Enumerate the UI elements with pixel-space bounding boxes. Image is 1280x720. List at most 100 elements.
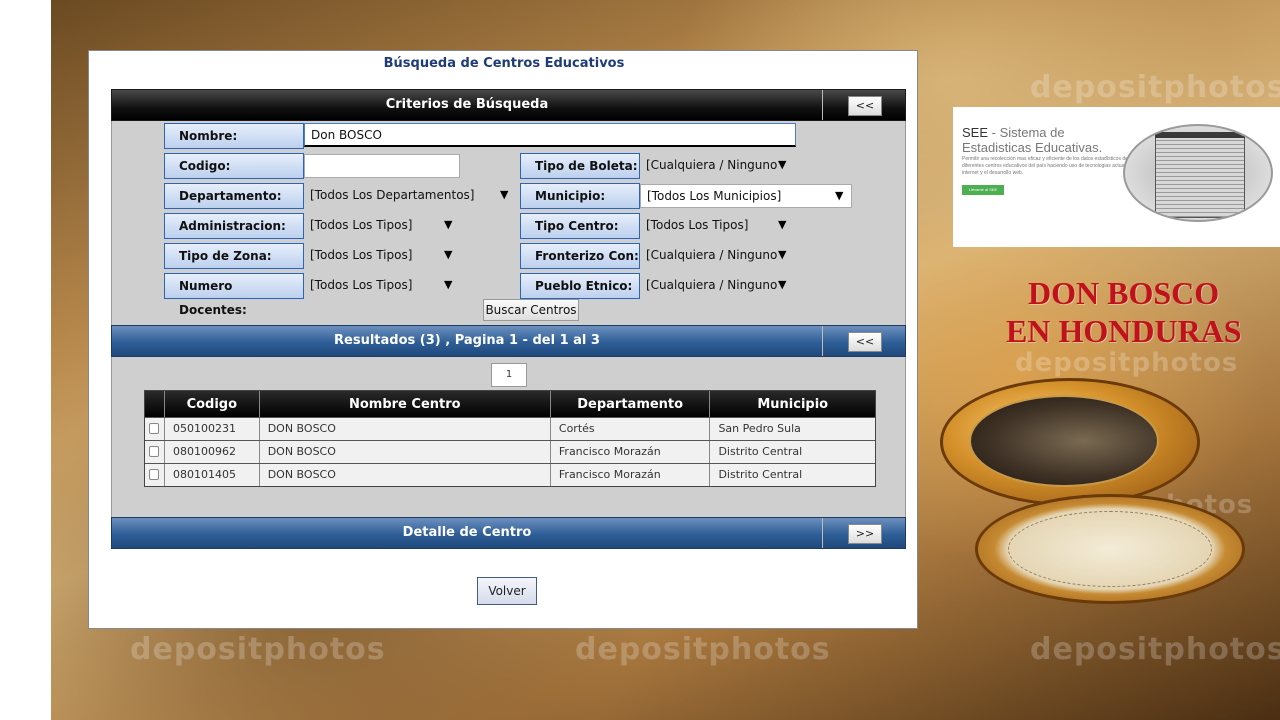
column-header-codigo: Codigo <box>165 391 260 417</box>
slide-headline: DON BOSCO EN HONDURAS <box>1000 274 1280 350</box>
results-area: 1 Codigo Nombre Centro Departamento Muni… <box>111 357 906 517</box>
cell-municipio: Distrito Central <box>718 445 803 458</box>
tipo-centro-label: Tipo Centro: <box>520 213 640 239</box>
see-abbr: SEE <box>962 125 989 140</box>
tipo-zona-value: [Todos Los Tipos] <box>310 248 413 262</box>
tipo-centro-value: [Todos Los Tipos] <box>646 218 749 232</box>
cell-departamento: Francisco Morazán <box>551 464 711 486</box>
checkbox-icon <box>149 423 160 434</box>
departamento-label: Departamento: <box>164 183 304 209</box>
dropdown-arrow-icon: ▼ <box>778 278 787 291</box>
municipio-label: Municipio: <box>520 183 640 209</box>
buscar-centros-button[interactable]: Buscar Centros <box>483 299 579 321</box>
cell-municipio: San Pedro Sula <box>718 422 801 435</box>
divider <box>822 518 823 548</box>
pueblo-etnico-label: Pueblo Etnico: <box>520 273 640 299</box>
detail-title: Detalle de Centro <box>402 525 532 540</box>
results-title: Resultados (3) , Pagina 1 - del 1 al 3 <box>334 333 600 348</box>
row-checkbox[interactable] <box>145 464 165 486</box>
pocket-watch-clock <box>975 494 1245 604</box>
thumbnail-header <box>1155 132 1245 138</box>
results-header: Resultados (3) , Pagina 1 - del 1 al 3 <… <box>111 325 906 357</box>
numero-docentes-select[interactable]: [Todos Los Tipos] ▼ <box>304 274 460 298</box>
column-header-departamento: Departamento <box>551 391 711 417</box>
administracion-select[interactable]: [Todos Los Tipos] ▼ <box>304 214 460 238</box>
cell-departamento: Francisco Morazán <box>551 441 711 463</box>
dropdown-arrow-icon: ▼ <box>444 218 453 231</box>
dropdown-arrow-icon: ▼ <box>444 248 453 261</box>
pocket-watch-portrait <box>940 378 1200 506</box>
dropdown-arrow-icon: ▼ <box>835 189 844 202</box>
cell-codigo: 050100231 <box>165 418 260 440</box>
see-link-button[interactable]: Llévame al SEE <box>962 185 1004 195</box>
tipo-zona-label: Tipo de Zona: <box>164 243 304 269</box>
page-1-button[interactable]: 1 <box>491 363 527 387</box>
municipio-value: [Todos Los Municipios] <box>647 189 782 203</box>
search-panel: Búsqueda de Centros Educativos Criterios… <box>88 50 918 629</box>
page-title: Búsqueda de Centros Educativos <box>383 56 625 71</box>
collapse-criteria-button[interactable]: << <box>848 96 882 116</box>
watermark: depositphotos <box>1015 348 1239 378</box>
select-column-header <box>145 391 165 417</box>
watermark: depositphotos <box>1030 70 1280 105</box>
divider <box>822 326 823 356</box>
see-title: SEE - Sistema de Estadisticas Educativas… <box>962 125 1127 155</box>
administracion-value: [Todos Los Tipos] <box>310 218 413 232</box>
column-header-municipio: Municipio <box>757 397 829 412</box>
departamento-select[interactable]: [Todos Los Departamentos] ▼ <box>304 184 516 208</box>
dropdown-arrow-icon: ▼ <box>778 158 787 171</box>
expand-detail-button[interactable]: >> <box>848 524 882 544</box>
criteria-form: Nombre: Don BOSCO Codigo: Tipo de Boleta… <box>111 121 906 325</box>
pueblo-etnico-select[interactable]: [Cualquiera / Ninguno ▼ <box>640 274 800 298</box>
cell-nombre-centro: DON BOSCO <box>260 441 551 463</box>
municipio-select[interactable]: [Todos Los Municipios] ▼ <box>640 184 852 208</box>
departamento-value: [Todos Los Departamentos] <box>310 188 475 202</box>
numero-docentes-value: [Todos Los Tipos] <box>310 278 413 292</box>
row-checkbox[interactable] <box>145 418 165 440</box>
headline-line-1: DON BOSCO <box>1028 275 1220 311</box>
see-screenshot-thumbnail <box>1123 124 1273 222</box>
dropdown-arrow-icon: ▼ <box>778 218 787 231</box>
numero-docentes-label: Numero Docentes: <box>164 273 304 317</box>
pueblo-etnico-value: [Cualquiera / Ninguno <box>646 278 778 292</box>
table-row[interactable]: 080101405 DON BOSCO Francisco Morazán Di… <box>145 463 875 486</box>
watermark: depositphotos <box>1030 632 1280 667</box>
cell-codigo: 080101405 <box>165 464 260 486</box>
fronterizo-select[interactable]: [Cualquiera / Ninguno ▼ <box>640 244 800 268</box>
tipo-zona-select[interactable]: [Todos Los Tipos] ▼ <box>304 244 460 268</box>
headline-line-2: EN HONDURAS <box>1006 313 1242 349</box>
slide: depositphotos depositphotos depositphoto… <box>0 0 1280 720</box>
dropdown-arrow-icon: ▼ <box>500 188 509 201</box>
checkbox-icon <box>149 469 160 480</box>
cell-municipio: Distrito Central <box>718 468 803 481</box>
watermark: depositphotos <box>130 632 386 667</box>
table-row[interactable]: 080100962 DON BOSCO Francisco Morazán Di… <box>145 440 875 463</box>
table-header: Codigo Nombre Centro Departamento Munici… <box>145 391 875 417</box>
left-margin <box>0 0 51 720</box>
tipo-boleta-label: Tipo de Boleta: <box>520 153 640 179</box>
table-row[interactable]: 050100231 DON BOSCO Cortés San Pedro Sul… <box>145 417 875 440</box>
nombre-input[interactable]: Don BOSCO <box>304 123 796 147</box>
dropdown-arrow-icon: ▼ <box>778 248 787 261</box>
volver-button[interactable]: Volver <box>477 577 537 605</box>
administracion-label: Administracion: <box>164 213 304 239</box>
divider <box>822 90 823 120</box>
criteria-title: Criterios de Búsqueda <box>385 97 549 112</box>
collapse-results-button[interactable]: << <box>848 332 882 352</box>
cell-nombre-centro: DON BOSCO <box>260 418 551 440</box>
codigo-label: Codigo: <box>164 153 304 179</box>
fronterizo-value: [Cualquiera / Ninguno <box>646 248 778 262</box>
results-table: Codigo Nombre Centro Departamento Munici… <box>144 390 876 487</box>
dropdown-arrow-icon: ▼ <box>444 278 453 291</box>
thumbnail-screen <box>1155 132 1245 218</box>
tipo-boleta-select[interactable]: [Cualquiera / Ninguno ▼ <box>640 154 800 178</box>
watermark: depositphotos <box>575 632 831 667</box>
checkbox-icon <box>149 446 160 457</box>
codigo-input[interactable] <box>304 154 460 178</box>
tipo-boleta-value: [Cualquiera / Ninguno <box>646 158 778 172</box>
clock-dial <box>1008 511 1212 587</box>
fronterizo-label: Fronterizo Con: <box>520 243 640 269</box>
see-promo-card: SEE - Sistema de Estadisticas Educativas… <box>953 107 1280 247</box>
row-checkbox[interactable] <box>145 441 165 463</box>
tipo-centro-select[interactable]: [Todos Los Tipos] ▼ <box>640 214 800 238</box>
